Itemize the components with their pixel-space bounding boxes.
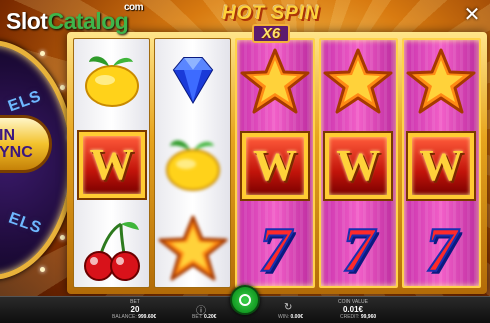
wheel-light [40, 51, 45, 56]
reel-cell [155, 39, 230, 122]
credit-label: CREDIT: [340, 314, 360, 320]
w-wild-symbol: W [78, 131, 145, 198]
watermark-logo: SlotCatalog com [6, 2, 144, 35]
reel-4: W7 [318, 38, 398, 288]
wheel-banner-line1: IN [0, 127, 15, 144]
reel-cell: 7 [237, 208, 312, 286]
reel-cell [404, 40, 479, 123]
w-letter: W [419, 141, 464, 190]
coin-value-control[interactable]: COIN VALUE 0.01€ [318, 299, 388, 314]
reel-cell [237, 40, 312, 123]
reel-cell [321, 40, 396, 123]
seven-symbol: 7 [258, 213, 292, 285]
reel-cell: W [321, 124, 396, 207]
w-wild-symbol: W [325, 132, 392, 199]
reel-cell: W [404, 124, 479, 207]
title-multiplier: X6 [251, 24, 291, 43]
balance-label: BALANCE: [112, 314, 137, 320]
autoplay-icon[interactable]: ↻ [284, 302, 292, 313]
win-value: 0.00€ [290, 314, 304, 320]
title-main: HOT SPIN [222, 3, 320, 24]
win-label: WIN: [278, 314, 290, 320]
reel-cell [155, 207, 230, 287]
cherry-symbol [77, 214, 147, 284]
bet-total-value: 0.20€ [203, 314, 217, 320]
reel-1: W [73, 38, 151, 288]
spin-button[interactable] [230, 285, 260, 315]
close-icon[interactable]: ✕ [462, 5, 482, 26]
reel-cell: 7 [321, 208, 396, 286]
reel-5: W7 [401, 38, 482, 288]
reel-cell [74, 39, 149, 122]
w-wild-symbol: W [408, 132, 475, 199]
w-letter: W [89, 140, 134, 189]
wheel-light [40, 267, 45, 272]
reel-cell: W [74, 123, 149, 206]
reel-cell: 7 [404, 208, 479, 286]
w-letter: W [253, 141, 297, 190]
game-stage: ELS ELS IN YNC WW7W7W7 HOT SPIN X6 SlotC… [0, 0, 490, 323]
star-symbol [157, 213, 229, 285]
seven-symbol: 7 [424, 213, 458, 285]
coin-value: 0.01€ [342, 305, 364, 314]
reels-frame: WW7W7W7 [67, 32, 487, 294]
w-letter: W [336, 141, 381, 190]
balance-value: 999.60€ [138, 314, 157, 320]
w-wild-symbol: W [242, 132, 308, 199]
bet-value: 20 [130, 305, 140, 314]
credit-display: CREDIT: 99,960 [340, 314, 376, 320]
reel-cell [74, 207, 149, 287]
star-symbol [322, 46, 394, 118]
lemon-symbol [160, 132, 226, 198]
lemon-symbol [79, 48, 145, 114]
bet-total-label: BET: [192, 314, 203, 320]
wheel-light [60, 85, 65, 90]
wheel-label-bottom: ELS [6, 209, 45, 238]
reel-2 [154, 38, 232, 288]
reel-3: W7 [235, 38, 315, 288]
wheel-label-top: ELS [5, 87, 44, 116]
spin-icon [239, 294, 251, 306]
logo-suffix: com [124, 2, 144, 13]
reels: WW7W7W7 [73, 38, 482, 288]
seven-symbol: 7 [341, 213, 375, 285]
wheel-banner-line2: YNC [0, 144, 33, 161]
bet-total-display: BET: 0.20€ [192, 314, 216, 320]
credit-value: 99,960 [360, 314, 377, 320]
diamond-symbol [160, 48, 226, 114]
reel-cell: W [237, 124, 312, 207]
win-display: WIN: 0.00€ [278, 314, 303, 320]
star-symbol [405, 46, 477, 118]
game-title: HOT SPIN X6 [208, 3, 334, 43]
wheel-light [60, 235, 65, 240]
balance-display: BALANCE: 999.60€ [112, 314, 156, 320]
reel-cell [155, 123, 230, 206]
bet-lines[interactable]: BET 20 [105, 299, 165, 314]
logo-part1: Slot [6, 8, 48, 34]
logo-part2: Catalog [47, 8, 129, 34]
star-symbol [239, 46, 311, 118]
